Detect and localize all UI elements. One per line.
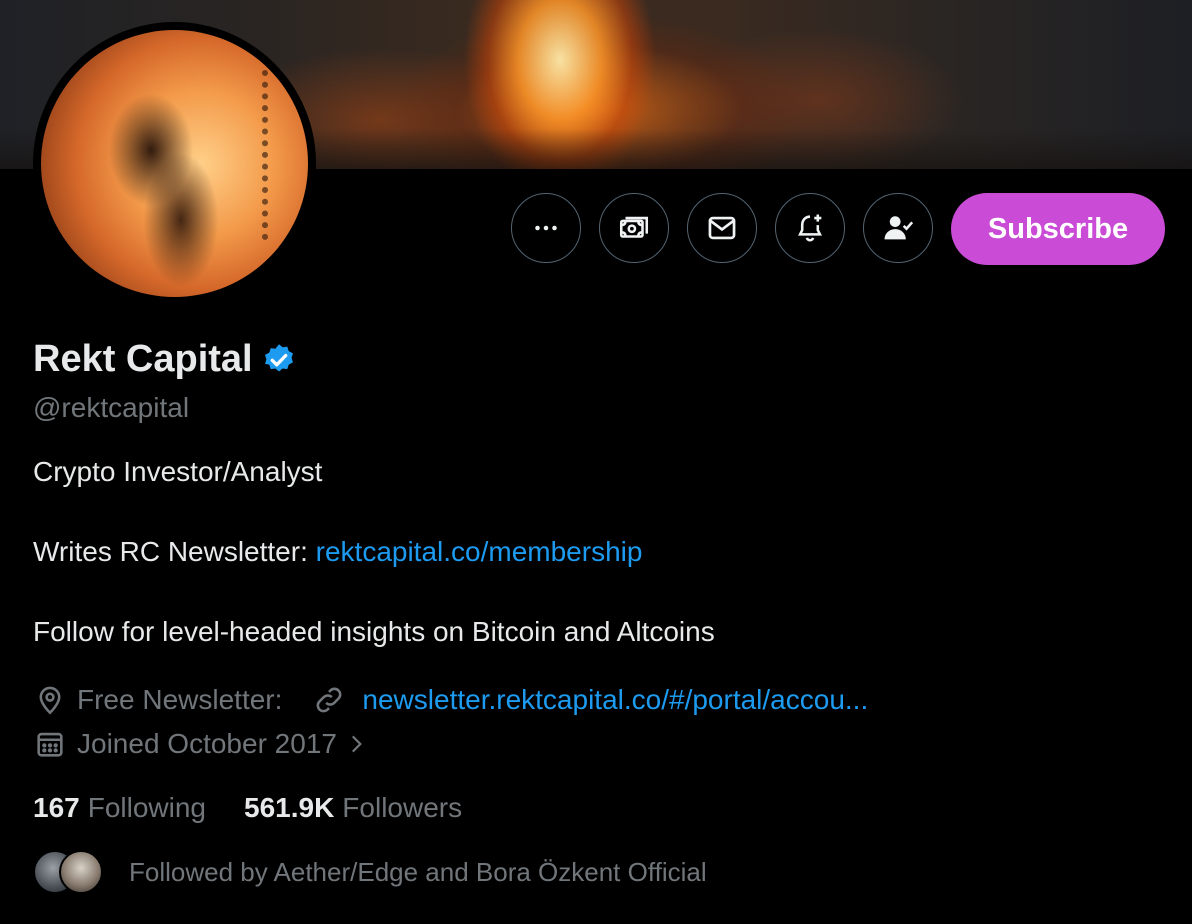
bio-line-1: Crypto Investor/Analyst — [33, 456, 323, 487]
subscribe-button[interactable]: Subscribe — [951, 193, 1165, 265]
bio-text: Writes RC Newsletter: — [33, 536, 316, 567]
follow-stats: 167 Following 561.9K Followers — [33, 792, 500, 824]
followed-by-text: Followed by Aether/Edge and Bora Özkent … — [129, 856, 707, 887]
bio-membership-link[interactable]: rektcapital.co/membership — [316, 536, 643, 567]
link-icon — [317, 687, 342, 713]
location-text: Free Newsletter: — [77, 684, 283, 715]
mail-icon — [708, 216, 736, 240]
followers-count: 561.9K — [244, 792, 335, 823]
profile-meta-row-1: Free Newsletter: newsletter.rektcapital.… — [33, 683, 868, 717]
display-name: Rekt Capital — [33, 338, 253, 380]
person-check-icon — [884, 216, 914, 240]
profile-avatar[interactable] — [33, 22, 316, 305]
chevron-right-icon[interactable] — [343, 731, 369, 757]
location-pin-icon — [39, 686, 61, 715]
bio-line-2: Writes RC Newsletter: rektcapital.co/mem… — [33, 536, 642, 568]
more-button[interactable] — [511, 193, 581, 263]
message-button[interactable] — [687, 193, 757, 263]
following-button[interactable] — [863, 193, 933, 263]
tip-button[interactable] — [599, 193, 669, 263]
verified-badge-icon[interactable] — [261, 342, 297, 378]
following-label: Following — [87, 792, 206, 823]
profile-handle: @rektcapital — [33, 392, 190, 423]
display-name-row: Rekt Capital — [33, 338, 297, 381]
followers-label: Followers — [342, 792, 463, 823]
following-count: 167 — [33, 792, 80, 823]
calendar-icon — [37, 732, 63, 757]
money-icon — [619, 216, 649, 238]
bio-line-3: Follow for level-headed insights on Bitc… — [33, 616, 715, 647]
follower-avatar — [59, 850, 103, 894]
website-link[interactable]: newsletter.rektcapital.co/#/portal/accou… — [362, 684, 868, 716]
profile-meta-row-2: Joined October 2017 — [33, 727, 379, 761]
joined-date: Joined October 2017 — [77, 728, 337, 759]
followers-link[interactable]: 561.9K Followers — [244, 792, 462, 824]
followed-by-row[interactable]: Followed by Aether/Edge and Bora Özkent … — [33, 850, 707, 894]
following-link[interactable]: 167 Following — [33, 792, 206, 824]
avatar-image — [41, 30, 308, 297]
notify-button[interactable] — [775, 193, 845, 263]
more-icon — [535, 225, 557, 231]
bell-plus-icon — [798, 214, 822, 242]
